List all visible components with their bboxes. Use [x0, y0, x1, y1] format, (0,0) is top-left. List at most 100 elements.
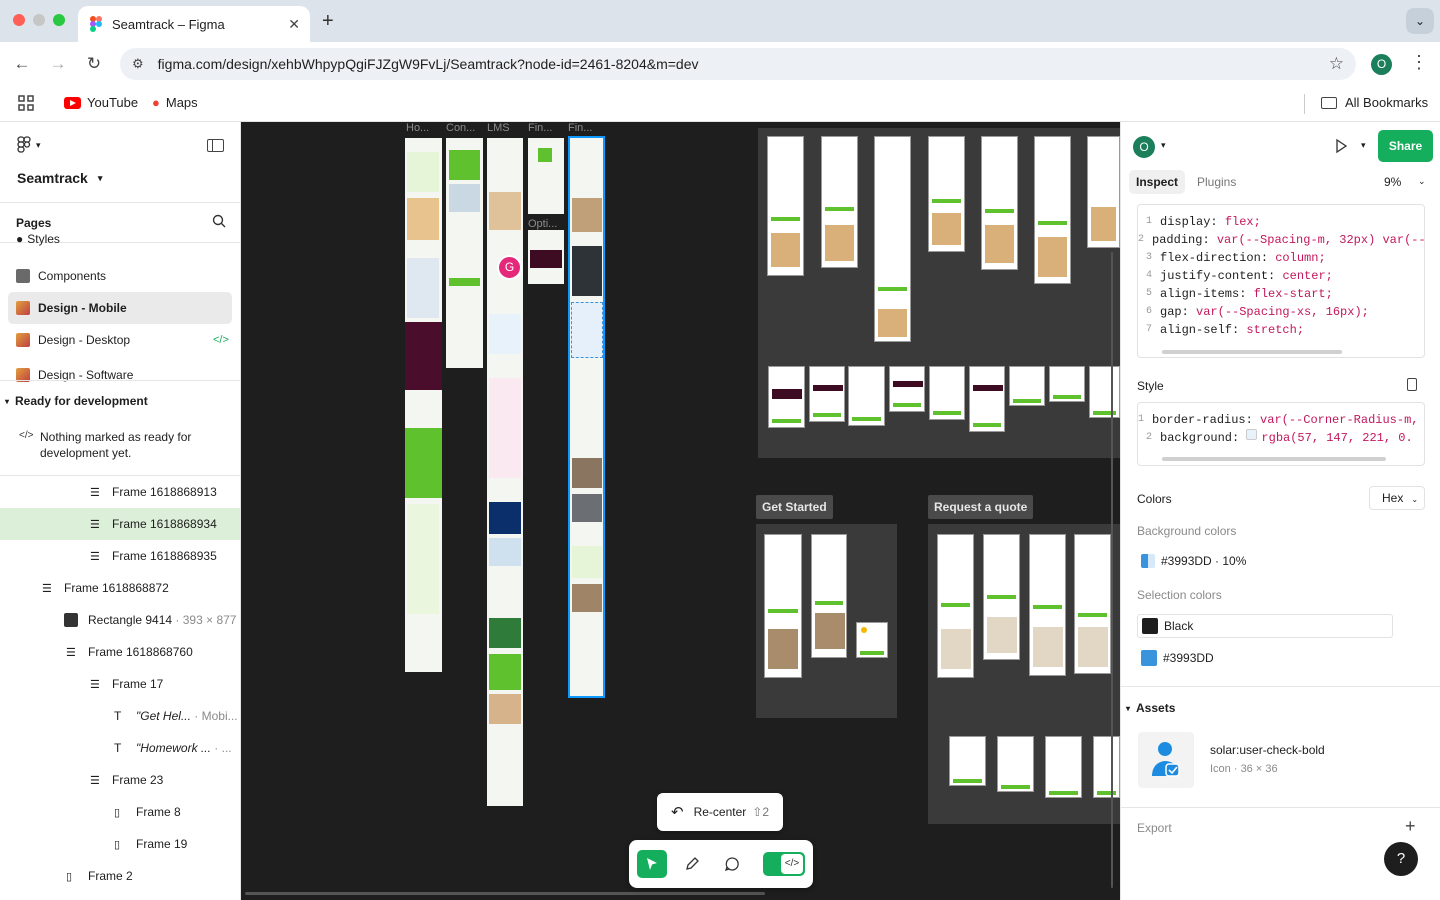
close-window-button[interactable] — [13, 14, 25, 26]
flow-frame[interactable] — [949, 736, 986, 786]
search-pages-icon[interactable] — [212, 214, 226, 231]
layer-row[interactable]: ☰ Frame 1618868872 — [0, 572, 240, 604]
flow-frame[interactable] — [1074, 534, 1111, 674]
mobile-frame-find[interactable] — [528, 138, 564, 214]
comment-tool-button[interactable] — [717, 850, 747, 878]
layer-row[interactable]: ☰ Frame 1618868935 — [0, 540, 240, 572]
present-button[interactable] — [1333, 138, 1349, 157]
assets-heading[interactable]: ▾ Assets — [1126, 701, 1175, 715]
main-menu-button[interactable]: ▾ — [17, 136, 41, 154]
flow-frame[interactable] — [809, 366, 845, 422]
section-label-get-started[interactable]: Get Started — [756, 495, 833, 519]
flow-frame[interactable] — [983, 534, 1020, 660]
frame-label[interactable]: Con... — [446, 122, 475, 134]
frame-label[interactable]: Fin... — [568, 122, 592, 134]
profile-avatar[interactable]: O — [1371, 54, 1392, 75]
flow-frame[interactable] — [928, 136, 965, 252]
background-color-row[interactable]: #3993DD · 10% — [1141, 554, 1246, 568]
flow-frame[interactable] — [1034, 136, 1071, 284]
vertical-scrollbar[interactable] — [1111, 252, 1113, 888]
all-bookmarks-button[interactable]: All Bookmarks — [1321, 95, 1428, 110]
copy-icon[interactable] — [1407, 378, 1417, 391]
toggle-sidebar-icon[interactable] — [207, 139, 224, 152]
chevron-down-icon[interactable]: ⌄ — [1418, 176, 1426, 187]
design-canvas[interactable]: Ho... Con... LMS Fin... Fin... Opti... G — [241, 122, 1120, 900]
help-button[interactable]: ? — [1384, 842, 1418, 876]
flow-frame[interactable] — [1029, 534, 1066, 676]
frame-label[interactable]: Fin... — [528, 122, 552, 134]
layer-row[interactable]: Rectangle 9414 · 393 × 877 — [0, 604, 240, 636]
bookmark-youtube[interactable]: YouTube — [64, 95, 138, 110]
layer-row[interactable]: T "Get Hel... · Mobi... — [0, 700, 240, 732]
tab-search-button[interactable]: ⌄ — [1406, 8, 1434, 34]
selection-color-row[interactable]: #3993DD — [1141, 650, 1214, 666]
flow-frame[interactable] — [889, 366, 925, 412]
site-settings-icon[interactable]: ⚙ — [132, 56, 144, 72]
bookmark-maps[interactable]: ● Maps — [152, 95, 198, 110]
forward-button[interactable]: → — [46, 52, 70, 76]
flow-frame[interactable] — [981, 136, 1018, 270]
flow-frame[interactable] — [848, 366, 885, 426]
pen-tool-button[interactable] — [677, 850, 707, 878]
share-button[interactable]: Share — [1378, 130, 1433, 162]
page-item-design-mobile[interactable]: Design - Mobile — [8, 292, 232, 324]
flow-frame[interactable] — [811, 534, 847, 658]
flow-frame[interactable] — [764, 534, 802, 678]
mobile-frame-home[interactable] — [405, 138, 442, 672]
file-name-button[interactable]: Seamtrack ▾ — [17, 170, 102, 186]
flow-frame[interactable] — [1089, 366, 1120, 418]
section-label-request-quote[interactable]: Request a quote — [928, 495, 1034, 519]
mobile-frame-option[interactable] — [528, 230, 564, 284]
tab-inspect[interactable]: Inspect — [1129, 170, 1185, 194]
layer-row[interactable]: ▯ Frame 19 — [0, 828, 240, 860]
layer-row[interactable]: T "Homework ... · ... — [0, 732, 240, 764]
frame-label[interactable]: Opti... — [528, 218, 557, 230]
mobile-frame-lms[interactable] — [487, 138, 523, 806]
layer-row[interactable]: ☰ Frame 17 — [0, 668, 240, 700]
chevron-down-icon[interactable]: ▾ — [1161, 140, 1166, 151]
frame-label[interactable]: LMS — [487, 122, 510, 134]
zoom-level[interactable]: 9% — [1384, 175, 1401, 189]
layer-row[interactable]: ☰ Frame 1618868760 — [0, 636, 240, 668]
flow-frame[interactable] — [1087, 136, 1120, 248]
reload-button[interactable]: ↻ — [82, 52, 106, 76]
page-item-design-software[interactable]: Design - Software — [0, 356, 240, 382]
flow-frame[interactable] — [969, 366, 1005, 432]
color-format-select[interactable]: Hex ⌄ — [1369, 486, 1425, 510]
browser-tab[interactable]: Seamtrack – Figma ✕ — [78, 6, 310, 42]
tab-close-icon[interactable]: ✕ — [288, 16, 300, 33]
user-avatar[interactable]: O — [1133, 136, 1155, 158]
flow-frame[interactable] — [856, 622, 888, 658]
layer-row[interactable]: ☰ Frame 23 — [0, 764, 240, 796]
layer-row-selected[interactable]: ☰ Frame 1618868934 — [0, 508, 240, 540]
page-item-design-desktop[interactable]: Design - Desktop </> — [0, 324, 240, 356]
minimize-window-button[interactable] — [33, 14, 45, 26]
move-tool-button[interactable] — [637, 850, 667, 878]
code-scrollbar[interactable] — [1162, 350, 1342, 354]
code-scrollbar[interactable] — [1162, 457, 1386, 461]
ready-for-dev-heading[interactable]: ▾ Ready for development — [5, 394, 148, 408]
horizontal-scrollbar[interactable] — [245, 892, 765, 895]
flow-frame[interactable] — [929, 366, 965, 420]
flow-frame[interactable] — [874, 136, 911, 342]
flow-frame[interactable] — [1049, 366, 1085, 402]
chevron-down-icon[interactable]: ▾ — [1361, 140, 1366, 151]
tab-plugins[interactable]: Plugins — [1197, 170, 1236, 194]
flow-frame[interactable] — [997, 736, 1034, 792]
flow-frame[interactable] — [767, 136, 804, 276]
asset-thumbnail[interactable] — [1138, 732, 1194, 788]
layer-row[interactable]: ▯ Frame 2 — [0, 860, 240, 892]
frame-label[interactable]: Ho... — [406, 122, 429, 134]
flow-frame[interactable] — [937, 534, 974, 678]
page-item-styles[interactable]: ● Styles — [0, 232, 240, 246]
browser-menu-icon[interactable]: ⋮ — [1410, 52, 1428, 73]
apps-grid-icon[interactable] — [18, 95, 34, 111]
page-item-components[interactable]: Components — [0, 260, 240, 292]
mobile-frame-selected[interactable] — [568, 136, 605, 698]
layer-row[interactable]: ☰ Frame 1618868913 — [0, 476, 240, 508]
layer-row[interactable]: ▯ Frame 8 — [0, 796, 240, 828]
flow-frame[interactable] — [768, 366, 805, 428]
new-tab-button[interactable]: + — [322, 10, 334, 33]
address-bar[interactable]: ⚙ figma.com/design/xehbWhpypQgiFJZgW9FvL… — [120, 48, 1356, 80]
flow-frame[interactable] — [821, 136, 858, 268]
